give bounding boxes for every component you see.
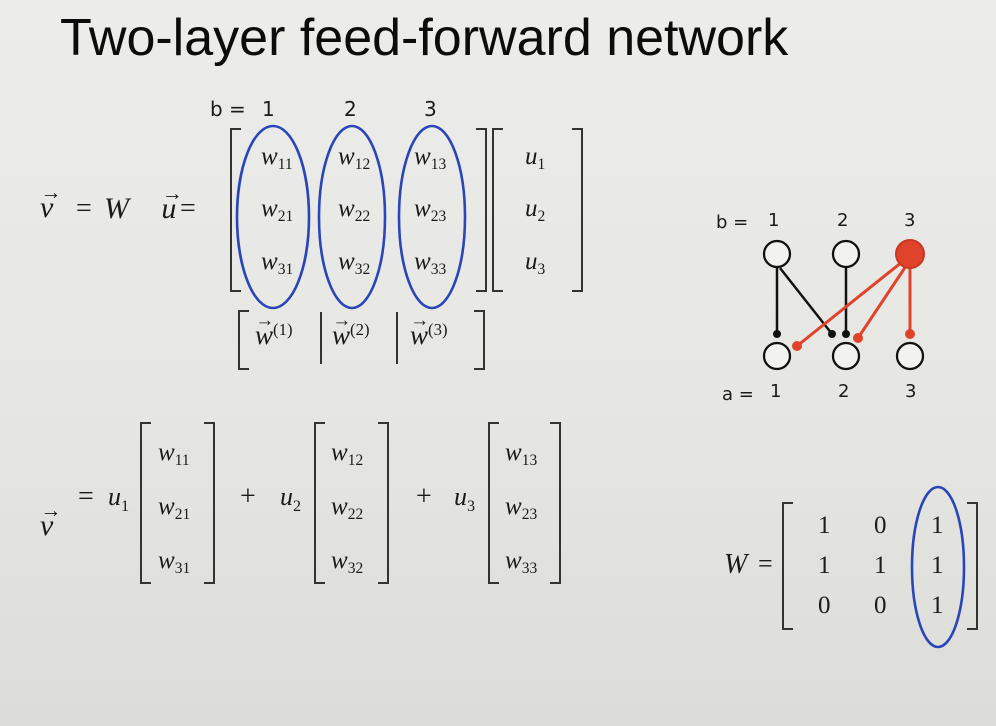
matrix-right-bracket	[476, 128, 487, 292]
w22: w22	[338, 195, 371, 226]
example-left-bracket	[782, 502, 793, 630]
col3-left-bracket	[488, 422, 499, 584]
example-r3c3: 1	[931, 592, 944, 619]
example-right-bracket	[967, 502, 978, 630]
c1-w31: w31	[158, 547, 191, 578]
example-r1c3: 1	[931, 512, 944, 539]
c3-w13: w13	[505, 439, 538, 470]
matrix-W: W	[104, 192, 129, 225]
column-w1: w(1)	[255, 312, 293, 349]
b-index-3: 3	[424, 97, 437, 121]
neuron-b3	[895, 239, 925, 269]
column-w3: w(3)	[410, 312, 448, 349]
example-r2c1: 1	[818, 552, 831, 579]
col1-right-bracket	[204, 422, 215, 584]
example-W: W	[724, 549, 748, 580]
column-w2: w(2)	[332, 312, 370, 349]
matrix-left-bracket	[230, 128, 241, 292]
w33: w33	[414, 248, 447, 279]
edge-b3-a2	[856, 265, 908, 339]
net-bottom-label-2: 2	[838, 381, 850, 402]
w21: w21	[261, 195, 294, 226]
c3-w23: w23	[505, 493, 538, 524]
u1: u1	[525, 143, 546, 174]
equals-sign-2: =	[180, 193, 196, 224]
c1-w21: w21	[158, 493, 191, 524]
col2-right-bracket	[378, 422, 389, 584]
net-a-label: a =	[722, 384, 754, 405]
c3-w33: w33	[505, 547, 538, 578]
w12: w12	[338, 143, 371, 174]
neuron-b1	[762, 239, 792, 269]
synapse-b3-a3	[905, 329, 915, 339]
equals-sign: =	[76, 193, 92, 224]
equals-sign-3: =	[78, 481, 94, 512]
example-r2c2: 1	[874, 552, 887, 579]
net-bottom-label-3: 3	[905, 381, 917, 402]
synapse-b3-a1	[792, 341, 802, 351]
c2-w32: w32	[331, 547, 364, 578]
plus-sign-2: +	[416, 481, 432, 512]
vector-v-2: v	[40, 500, 62, 541]
synapse-b2-a2	[842, 330, 850, 338]
synapse-b1-a1	[773, 330, 781, 338]
b-index-2: 2	[344, 97, 357, 121]
col1-left-bracket	[140, 422, 151, 584]
neuron-a1	[762, 341, 792, 371]
vector-v: v	[40, 182, 62, 223]
example-r3c1: 0	[818, 592, 831, 619]
example-equals: =	[758, 549, 773, 578]
neuron-a2	[831, 341, 861, 371]
b-label: b =	[210, 97, 246, 121]
c2-w12: w12	[331, 439, 364, 470]
neuron-a3	[895, 341, 925, 371]
example-r1c1: 1	[818, 512, 831, 539]
slide: Two-layer feed-forward network b = 1 2 3…	[0, 0, 996, 726]
net-b-label: b =	[716, 212, 749, 233]
c2-w22: w22	[331, 493, 364, 524]
w32: w32	[338, 248, 371, 279]
example-r1c2: 0	[874, 512, 887, 539]
annotation-overlay	[235, 124, 966, 649]
col2-left-bracket	[314, 422, 325, 584]
col3-right-bracket	[550, 422, 561, 584]
synapse-b3-a2	[853, 333, 863, 343]
u2: u2	[525, 195, 546, 226]
w31: w31	[261, 248, 294, 279]
coef-u3: u3	[454, 482, 476, 515]
w13: w13	[414, 143, 447, 174]
edge-b3-a1	[796, 260, 903, 348]
neuron-b2	[831, 239, 861, 269]
u-right-bracket	[572, 128, 583, 292]
u-left-bracket	[492, 128, 503, 292]
u3: u3	[525, 248, 546, 279]
coef-u1: u1	[108, 482, 130, 515]
cols-divider-2	[396, 312, 398, 364]
plus-sign-1: +	[240, 481, 256, 512]
net-top-label-1: 1	[768, 210, 780, 231]
vector-u: u	[161, 183, 182, 224]
edge-b1-a2	[779, 267, 833, 335]
w23: w23	[414, 195, 447, 226]
cols-left-bracket	[238, 310, 249, 370]
net-top-label-2: 2	[837, 210, 849, 231]
slide-title: Two-layer feed-forward network	[60, 9, 789, 67]
cols-divider-1	[320, 312, 322, 364]
coef-u2: u2	[280, 482, 302, 515]
example-r2c3: 1	[931, 552, 944, 579]
w11: w11	[261, 143, 293, 174]
synapse-b1-a2	[828, 330, 836, 338]
net-top-label-3: 3	[904, 210, 916, 231]
cols-right-bracket	[474, 310, 485, 370]
example-r3c2: 0	[874, 592, 887, 619]
c1-w11: w11	[158, 439, 190, 470]
b-index-1: 1	[262, 97, 275, 121]
net-bottom-label-1: 1	[770, 381, 782, 402]
